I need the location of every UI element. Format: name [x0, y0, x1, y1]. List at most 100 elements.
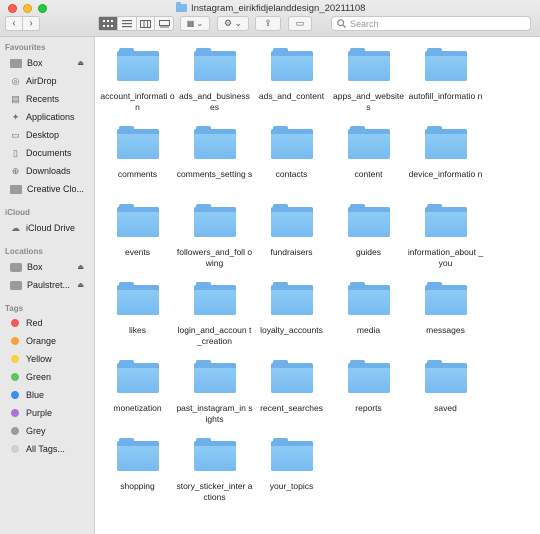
folder-item[interactable]: fundraisers — [253, 193, 330, 258]
folder-name: comments — [117, 169, 158, 179]
sidebar-item-location-paulstret[interactable]: Paulstret... ⏏ — [10, 278, 94, 292]
share-button[interactable]: ⇪ — [255, 16, 281, 31]
tag-color-icon — [11, 391, 19, 399]
list-view-button[interactable] — [118, 17, 137, 30]
folder-item[interactable]: monetization — [99, 349, 176, 414]
sidebar-item-creative-cloud[interactable]: Creative Clo... — [10, 182, 94, 196]
folder-item[interactable]: past_instagram_in sights — [176, 349, 253, 425]
folder-name: media — [356, 325, 381, 335]
sidebar-item-desktop[interactable]: ▭ Desktop — [10, 128, 94, 142]
edit-tags-button[interactable]: ▭ — [288, 16, 312, 31]
column-view-button[interactable] — [137, 17, 156, 30]
zoom-window-button[interactable] — [38, 4, 47, 13]
folder-item[interactable]: your_topics — [253, 427, 330, 492]
gallery-view-button[interactable] — [155, 17, 173, 30]
folder-icon — [193, 282, 236, 315]
folder-icon — [176, 2, 187, 12]
folder-icon — [424, 126, 467, 159]
sidebar-item-recents[interactable]: ▤ Recents — [10, 92, 94, 106]
folder-item[interactable]: ads_and_content — [253, 37, 330, 102]
folder-icon — [193, 126, 236, 159]
folder-item[interactable]: reports — [330, 349, 407, 414]
folder-icon — [116, 126, 159, 159]
sidebar-tag-blue[interactable]: Blue — [10, 388, 94, 402]
folder-item[interactable]: login_and_accoun t_creation — [176, 271, 253, 347]
folder-item[interactable]: account_informati on — [99, 37, 176, 113]
folder-item[interactable]: guides — [330, 193, 407, 258]
folder-name: account_informati on — [100, 91, 175, 112]
sidebar-item-label: AirDrop — [26, 76, 57, 86]
icon-view-button[interactable] — [99, 17, 118, 30]
folder-icon — [424, 48, 467, 81]
gallery-icon — [158, 19, 170, 27]
sidebar-item-label: Documents — [26, 148, 72, 158]
folder-item[interactable]: saved — [407, 349, 484, 414]
folder-name: likes — [128, 325, 146, 335]
sidebar-item-box[interactable]: Box ⏏ — [10, 56, 94, 70]
folder-icon — [270, 438, 313, 471]
folder-icon — [116, 48, 159, 81]
minimize-window-button[interactable] — [23, 4, 32, 13]
folder-icon — [347, 282, 390, 315]
traffic-lights — [8, 4, 47, 13]
folder-icon — [193, 360, 236, 393]
back-button[interactable]: ‹ — [6, 17, 23, 30]
desktop-icon: ▭ — [11, 129, 20, 140]
eject-icon[interactable]: ⏏ — [77, 263, 84, 271]
sidebar-item-documents[interactable]: ▯ Documents — [10, 146, 94, 160]
sidebar-tag-green[interactable]: Green — [10, 370, 94, 384]
folder-item[interactable]: content — [330, 115, 407, 180]
sidebar-item-airdrop[interactable]: ◎ AirDrop — [10, 74, 94, 88]
folder-icon — [193, 204, 236, 237]
recents-icon: ▤ — [11, 93, 20, 104]
window-title-text: Instagram_eirikfidjelanddesign_20211108 — [191, 2, 366, 14]
sidebar-tag-orange[interactable]: Orange — [10, 334, 94, 348]
folder-item[interactable]: device_informatio n — [407, 115, 484, 180]
sidebar-item-icloud-drive[interactable]: ☁ iCloud Drive — [10, 221, 94, 235]
folder-item[interactable]: comments — [99, 115, 176, 180]
folder-name: contacts — [275, 169, 308, 179]
folder-icon — [270, 126, 313, 159]
folder-name: guides — [355, 247, 382, 257]
sidebar-tag-all-tags[interactable]: All Tags... — [10, 442, 94, 456]
folder-item[interactable]: recent_searches — [253, 349, 330, 414]
folder-item[interactable]: contacts — [253, 115, 330, 180]
folder-item[interactable]: messages — [407, 271, 484, 336]
sidebar-item-applications[interactable]: ✦ Applications — [10, 110, 94, 124]
sidebar-tag-grey[interactable]: Grey — [10, 424, 94, 438]
sidebar-tag-red[interactable]: Red — [10, 316, 94, 330]
sidebar-item-downloads[interactable]: ⊕ Downloads — [10, 164, 94, 178]
folder-item[interactable]: likes — [99, 271, 176, 336]
search-field[interactable]: Search — [331, 16, 531, 31]
close-window-button[interactable] — [8, 4, 17, 13]
grid-icon — [102, 19, 113, 27]
folder-item[interactable]: media — [330, 271, 407, 336]
eject-icon[interactable]: ⏏ — [77, 59, 84, 67]
folder-icon — [424, 204, 467, 237]
folder-item[interactable]: comments_setting s — [176, 115, 253, 180]
folder-item[interactable]: autofill_informatio n — [407, 37, 484, 102]
tag-color-icon — [11, 319, 19, 327]
folder-icon — [116, 282, 159, 315]
sidebar-item-label: Green — [26, 372, 52, 382]
folder-item[interactable]: information_about _you — [407, 193, 484, 269]
sidebar-item-location-box[interactable]: Box ⏏ — [10, 260, 94, 274]
folder-name: information_about _you — [407, 247, 484, 268]
folder-item[interactable]: story_sticker_inter actions — [176, 427, 253, 503]
folder-name: device_informatio n — [408, 169, 483, 179]
folder-item[interactable]: events — [99, 193, 176, 258]
forward-button[interactable]: › — [23, 17, 39, 30]
action-menu-button[interactable]: ⚙ ⌄ — [217, 16, 249, 31]
folder-item[interactable]: ads_and_business es — [176, 37, 253, 113]
list-icon — [121, 19, 132, 27]
sidebar-item-label: iCloud Drive — [26, 223, 76, 233]
folder-item[interactable]: loyalty_accounts — [253, 271, 330, 336]
eject-icon[interactable]: ⏏ — [77, 281, 84, 289]
sidebar-tag-purple[interactable]: Purple — [10, 406, 94, 420]
folder-item[interactable]: followers_and_foll owing — [176, 193, 253, 269]
sidebar-tag-yellow[interactable]: Yellow — [10, 352, 94, 366]
folder-icon — [116, 360, 159, 393]
folder-item[interactable]: shopping — [99, 427, 176, 492]
folder-item[interactable]: apps_and_website s — [330, 37, 407, 113]
group-by-button[interactable]: ▦ ⌄ — [180, 16, 210, 31]
